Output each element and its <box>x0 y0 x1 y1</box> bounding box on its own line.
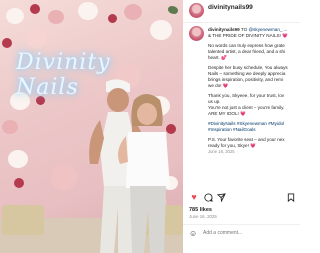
caption: divinitynails99 TO @skyenewman_ ... & TH… <box>208 27 300 159</box>
divider <box>183 224 300 225</box>
mention-link[interactable]: @skyenewman_ <box>248 27 282 32</box>
flower <box>78 2 98 20</box>
flower <box>150 20 172 40</box>
caption-line: heart. 💕 <box>208 55 227 60</box>
divider <box>183 22 300 23</box>
flower <box>124 4 142 20</box>
caption-line: ARE MY IDOL! 💗 <box>208 111 246 116</box>
comment-box: ☺ <box>189 229 297 241</box>
caption-avatar[interactable] <box>189 26 204 41</box>
caption-username[interactable]: divinitynails99 <box>208 27 240 32</box>
post-date: June 16, 2025 <box>189 214 217 219</box>
post-username[interactable]: divinitynails99 <box>208 4 253 11</box>
ottoman <box>2 205 44 235</box>
flower <box>14 178 24 188</box>
post-header: divinitynails99 <box>183 0 300 22</box>
flower <box>2 120 18 134</box>
post-side-panel: divinitynails99 divinitynails99 TO @skye… <box>183 0 300 253</box>
bookmark-icon[interactable] <box>286 192 296 202</box>
post-dialog: Divinity Nails divinitynails99 divinityn… <box>0 0 300 253</box>
flower <box>48 10 64 24</box>
like-count[interactable]: 785 likes <box>189 207 212 213</box>
flower <box>8 150 28 168</box>
emoji-icon[interactable]: ☺ <box>189 229 199 239</box>
caption-text: ... <box>282 27 288 32</box>
flower <box>168 6 178 14</box>
comment-input[interactable] <box>203 230 293 236</box>
comment-icon[interactable] <box>203 192 213 202</box>
avatar[interactable] <box>189 3 204 18</box>
person-right <box>118 94 170 253</box>
flower <box>2 38 12 48</box>
caption-line: we do! 💗 <box>208 83 229 88</box>
flower <box>6 8 24 24</box>
share-icon[interactable] <box>216 192 226 202</box>
flower <box>108 14 117 23</box>
caption-date: June 16, 2025 <box>208 149 235 154</box>
flower <box>30 4 40 14</box>
hashtags-line[interactable]: #Inspiration #NailGoals <box>208 127 300 133</box>
post-photo[interactable]: Divinity Nails <box>0 0 183 253</box>
action-bar: ♥ <box>189 192 300 204</box>
heart-icon[interactable]: ♥ <box>189 192 199 202</box>
caption-line: & THE PRIDE OF DIVINITY NAILS! 💗 <box>208 33 288 38</box>
